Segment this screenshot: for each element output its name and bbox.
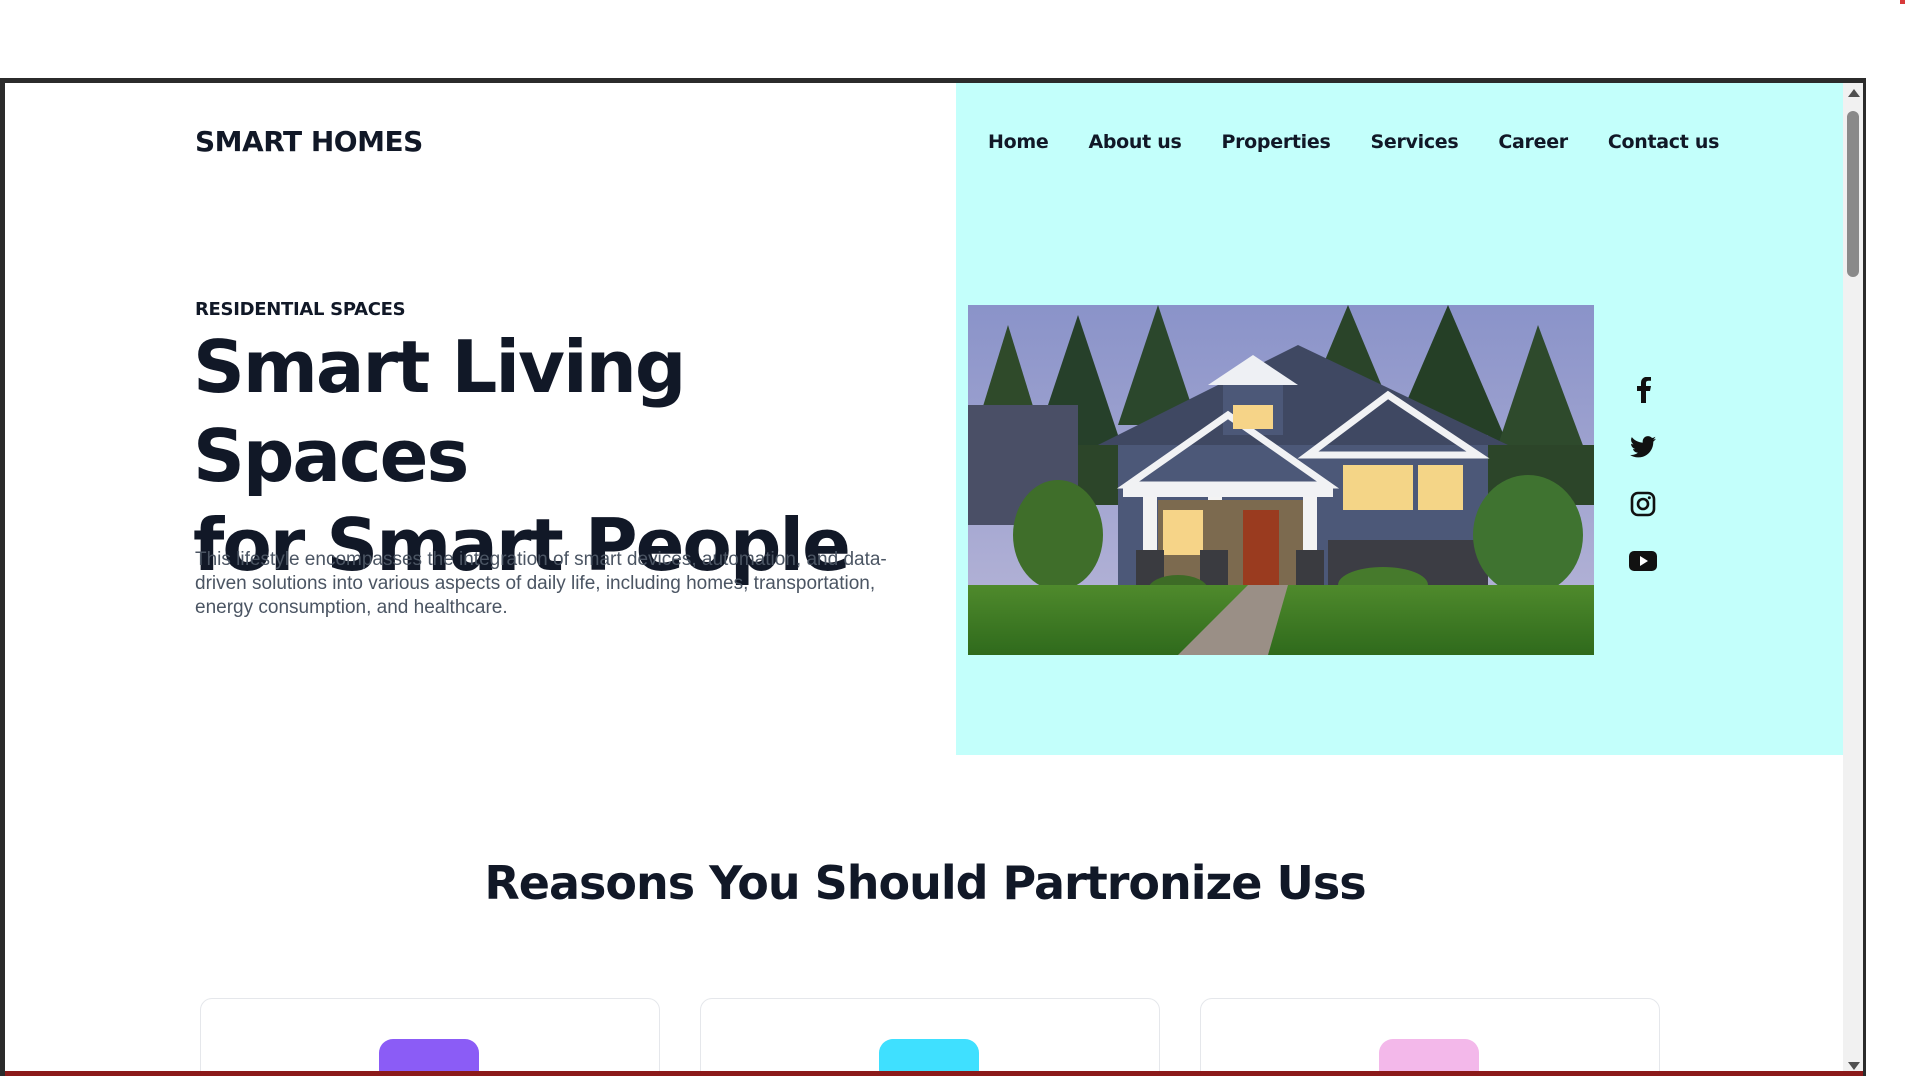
hero-description: This lifestyle encompasses the integrati… (195, 549, 887, 618)
nav-home[interactable]: Home (988, 131, 1049, 153)
site-logo[interactable]: SMART HOMES (195, 125, 423, 158)
browser-top-area (0, 0, 1905, 78)
browser-viewport-frame: SMART HOMES Home About us Properties Ser… (0, 78, 1866, 1076)
hero-headline-line-1: Smart Living Spaces (193, 325, 686, 498)
scrollbar-thumb[interactable] (1847, 111, 1859, 277)
vertical-scrollbar[interactable] (1843, 83, 1863, 1076)
main-navigation: Home About us Properties Services Career… (988, 131, 1719, 153)
instagram-icon[interactable] (1629, 491, 1657, 517)
window-bottom-border (5, 1071, 1863, 1076)
nav-properties[interactable]: Properties (1221, 131, 1330, 153)
reason-card-2 (700, 998, 1160, 1076)
reason-card-3 (1200, 998, 1660, 1076)
corner-indicator (1900, 0, 1905, 4)
nav-career[interactable]: Career (1498, 131, 1568, 153)
social-links (1629, 377, 1657, 574)
reasons-section-title: Reasons You Should Partronize Uss (484, 856, 1366, 910)
nav-contact-us[interactable]: Contact us (1608, 131, 1720, 153)
hero-eyebrow: RESIDENTIAL SPACES (195, 299, 406, 320)
right-gutter (1866, 78, 1905, 1076)
nav-services[interactable]: Services (1370, 131, 1458, 153)
page-viewport: SMART HOMES Home About us Properties Ser… (5, 83, 1845, 1076)
scroll-up-arrow-icon[interactable] (1848, 89, 1860, 97)
youtube-icon[interactable] (1629, 548, 1657, 574)
reason-card-1 (200, 998, 660, 1076)
twitter-icon[interactable] (1629, 434, 1657, 460)
scroll-down-arrow-icon[interactable] (1848, 1062, 1860, 1070)
facebook-icon[interactable] (1629, 377, 1657, 403)
nav-about-us[interactable]: About us (1088, 131, 1181, 153)
house-photo (968, 305, 1594, 655)
